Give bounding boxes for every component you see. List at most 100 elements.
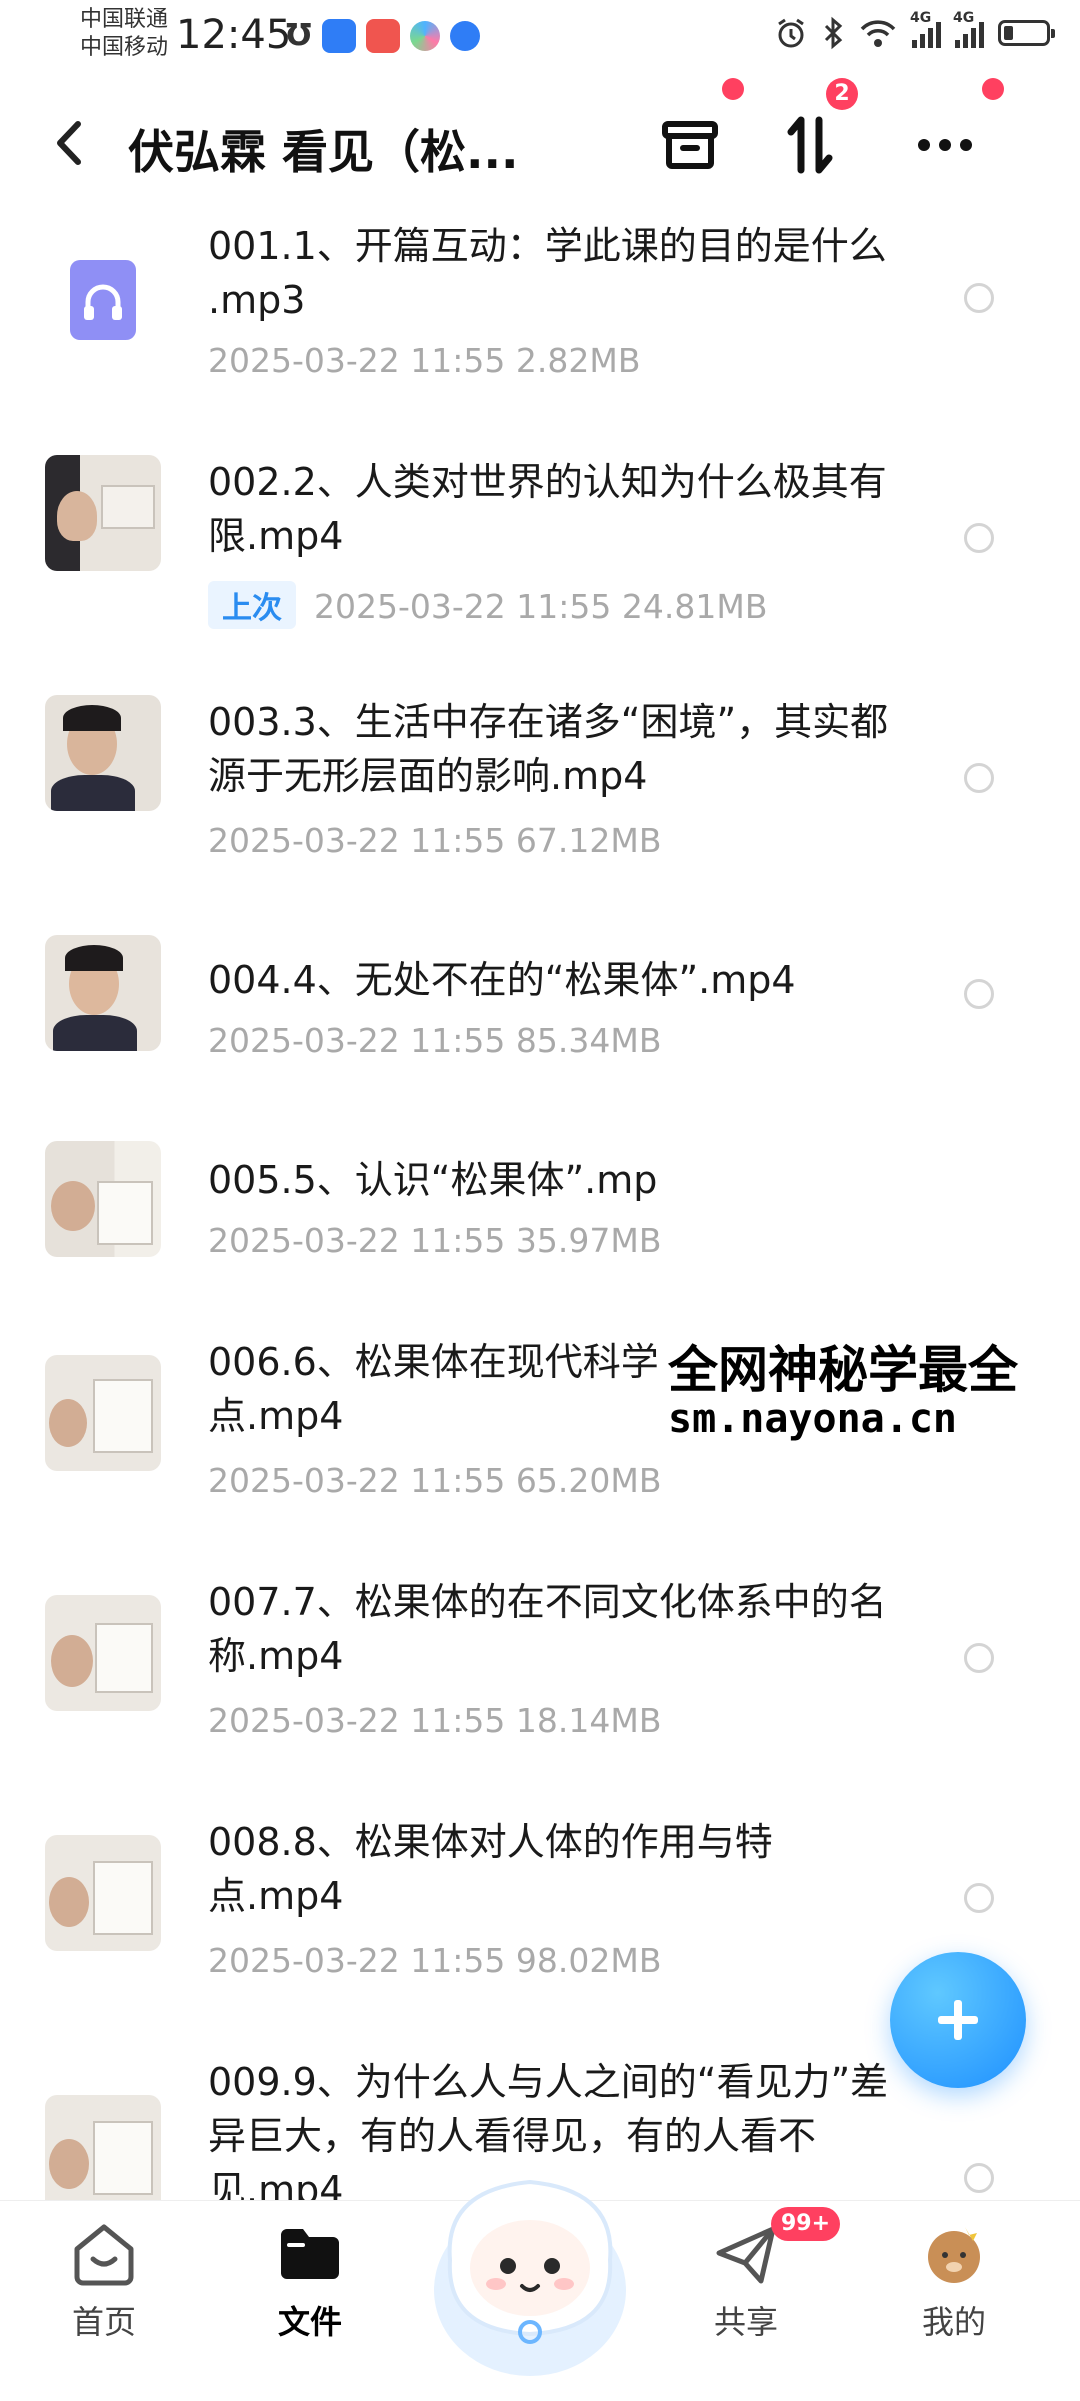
- file-meta: 2025-03-22 11:55 35.97MB: [208, 1221, 661, 1260]
- select-radio[interactable]: [964, 283, 994, 313]
- status-right: 4G 4G: [774, 10, 1055, 50]
- app-blue-icon: [321, 18, 356, 53]
- file-date: 2025-03-22 11:55: [208, 341, 506, 380]
- file-size: 98.02MB: [515, 1941, 662, 1980]
- status-bar: 中国联通 中国移动 12:45 Ʊ 4G 4G: [0, 0, 1080, 80]
- more-dots-icon: [918, 139, 972, 151]
- app-red-icon: [365, 18, 400, 53]
- network-type-1: 4G: [910, 10, 932, 26]
- file-meta: 2025-03-22 11:55 85.34MB: [208, 1021, 661, 1060]
- select-radio[interactable]: [964, 523, 994, 553]
- file-size: 18.14MB: [515, 1701, 662, 1740]
- archive-box-icon: [662, 121, 718, 169]
- select-radio[interactable]: [964, 1643, 994, 1673]
- nav-home-label: 首页: [71, 2303, 136, 2341]
- nav-mine-label: 我的: [921, 2303, 986, 2341]
- nav-mine[interactable]: 我的: [884, 2219, 1024, 2343]
- battery-icon: [998, 20, 1055, 46]
- more-button[interactable]: [910, 110, 980, 180]
- transfer-arrows-icon: [787, 116, 833, 174]
- file-size: 85.34MB: [515, 1021, 662, 1060]
- file-date: 2025-03-22 11:55: [208, 1701, 506, 1740]
- file-name: 002.2、人类对世界的认知为什么极其有限.mp4: [208, 460, 887, 558]
- home-icon: [69, 2219, 139, 2289]
- file-meta: 2025-03-22 11:55 18.14MB: [208, 1701, 661, 1740]
- top-bar: 伏弘霖 看见（松... 2: [0, 78, 1080, 210]
- file-row[interactable]: 004.4、无处不在的“松果体”.mp4 2025-03-22 11:55 85…: [0, 935, 1080, 1135]
- watermark-overlay: 全网神秘学最全 sm.nayona.cn: [662, 1330, 1080, 1450]
- select-radio[interactable]: [964, 2163, 994, 2193]
- file-meta: 2025-03-22 11:55 98.02MB: [208, 1941, 661, 1980]
- file-name: 001.1、开篇互动：学此课的目的是什么 .mp3: [208, 224, 887, 322]
- archive-notification-dot: [722, 78, 744, 100]
- select-radio[interactable]: [964, 763, 994, 793]
- file-date: 2025-03-22 11:55: [208, 1221, 506, 1260]
- video-thumbnail: [45, 1835, 161, 1951]
- back-arrow-icon[interactable]: [50, 118, 90, 168]
- file-name: 003.3、生活中存在诸多“困境”，其实都源于无形层面的影响.mp4: [208, 700, 889, 798]
- file-meta: 2025-03-22 11:55 65.20MB: [208, 1461, 661, 1500]
- archive-button[interactable]: [655, 110, 725, 180]
- nav-share[interactable]: 99+ 共享: [676, 2207, 841, 2343]
- file-size: 24.81MB: [621, 587, 768, 626]
- folder-icon: [275, 2219, 345, 2289]
- add-button[interactable]: [890, 1952, 1026, 2088]
- notification-icons: Ʊ: [286, 18, 480, 53]
- select-radio[interactable]: [964, 979, 994, 1009]
- nav-files[interactable]: 文件: [240, 2219, 380, 2343]
- assistant-mascot-button[interactable]: [420, 2140, 640, 2380]
- carrier-1: 中国联通: [80, 7, 169, 32]
- avatar-icon: [919, 2219, 989, 2289]
- app-globe-icon: [449, 20, 480, 51]
- last-played-tag: 上次: [208, 581, 296, 629]
- file-name: 005.5、认识“松果体”.mp: [208, 1158, 658, 1202]
- wifi-icon: [860, 20, 896, 47]
- nav-files-label: 文件: [277, 2303, 342, 2341]
- nav-home[interactable]: 首页: [34, 2219, 174, 2343]
- paper-plane-icon: 99+: [711, 2207, 841, 2289]
- video-thumbnail: [45, 1355, 161, 1471]
- audio-file-icon: [70, 260, 136, 340]
- file-date: 2025-03-22 11:55: [314, 587, 612, 626]
- file-row[interactable]: 001.1、开篇互动：学此课的目的是什么 .mp3 2025-03-22 11:…: [0, 215, 1080, 455]
- file-date: 2025-03-22 11:55: [208, 821, 506, 860]
- video-thumbnail: [45, 2095, 161, 2200]
- file-size: 65.20MB: [515, 1461, 662, 1500]
- signal-1: 4G: [910, 10, 941, 48]
- video-thumbnail: [45, 935, 161, 1051]
- video-thumbnail: [45, 455, 161, 571]
- file-row[interactable]: 002.2、人类对世界的认知为什么极其有限.mp4 上次 2025-03-22 1…: [0, 455, 1080, 695]
- carrier-2: 中国移动: [80, 35, 169, 60]
- file-name: 004.4、无处不在的“松果体”.mp4: [208, 958, 796, 1002]
- carrier-info: 中国联通 中国移动: [80, 6, 168, 62]
- file-row[interactable]: 005.5、认识“松果体”.mp 2025-03-22 11:55 35.97M…: [0, 1135, 1080, 1335]
- bluetooth-icon: [824, 16, 843, 50]
- watermark-line-2: sm.nayona.cn: [668, 1396, 957, 1442]
- file-date: 2025-03-22 11:55: [208, 1021, 506, 1060]
- file-date: 2025-03-22 11:55: [208, 1461, 506, 1500]
- file-size: 35.97MB: [515, 1221, 662, 1260]
- alarm-icon: [778, 18, 804, 48]
- transfer-button[interactable]: [775, 110, 845, 180]
- transfer-count-badge: 2: [826, 78, 858, 110]
- file-row[interactable]: 007.7、松果体的在不同文化体系中的名称.mp4 2025-03-22 11:…: [0, 1575, 1080, 1815]
- watermark-line-1: 全网神秘学最全: [668, 1341, 1018, 1399]
- file-meta: 2025-03-22 11:55 2.82MB: [208, 341, 640, 380]
- video-thumbnail: [45, 695, 161, 811]
- file-name: 008.8、松果体对人体的作用与特点.mp4: [208, 1820, 773, 1918]
- file-meta: 上次 2025-03-22 11:55 24.81MB: [208, 581, 767, 629]
- file-size: 67.12MB: [515, 821, 662, 860]
- file-date: 2025-03-22 11:55: [208, 1941, 506, 1980]
- file-row[interactable]: 003.3、生活中存在诸多“困境”，其实都源于无形层面的影响.mp4 2025-…: [0, 695, 1080, 935]
- file-name: 007.7、松果体的在不同文化体系中的名称.mp4: [208, 1580, 887, 1678]
- signal-2: 4G: [953, 10, 984, 48]
- app-flower-icon: [409, 20, 440, 51]
- file-size: 2.82MB: [515, 341, 641, 380]
- video-thumbnail: [45, 1141, 161, 1257]
- select-radio[interactable]: [964, 1883, 994, 1913]
- network-type-2: 4G: [953, 10, 975, 26]
- share-count-badge: 99+: [771, 2207, 841, 2241]
- nav-share-label: 共享: [713, 2303, 778, 2341]
- file-list: 001.1、开篇互动：学此课的目的是什么 .mp3 2025-03-22 11:…: [0, 215, 1080, 2200]
- notification-u-icon: Ʊ: [286, 18, 312, 53]
